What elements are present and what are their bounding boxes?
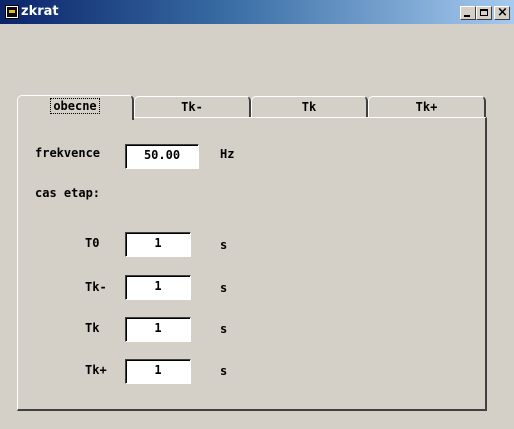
tab-label: obecne [50, 98, 100, 114]
minimize-button[interactable] [460, 6, 476, 20]
close-button[interactable]: × [494, 5, 510, 20]
frequency-unit: Hz [220, 147, 235, 161]
maximize-icon [480, 9, 488, 16]
tab-label: Tk [301, 100, 317, 114]
stages-label: cas etap: [35, 186, 101, 200]
tab-tk[interactable]: Tk [251, 96, 368, 118]
stage-unit-tk: s [220, 322, 228, 336]
stage-label-tk-plus: Tk+ [85, 363, 107, 377]
stage-input-tk-plus[interactable]: 1 [125, 359, 191, 384]
app-icon[interactable] [5, 5, 19, 19]
tab-obecne[interactable]: obecne [17, 95, 134, 120]
stage-label-tk: Tk [85, 321, 100, 335]
maximize-button[interactable] [476, 6, 492, 20]
close-icon: × [497, 5, 508, 20]
frequency-input[interactable]: 50.00 [125, 144, 199, 169]
tab-label: Tk- [181, 100, 203, 114]
tab-label: Tk+ [415, 100, 438, 114]
stage-unit-tk-plus: s [220, 364, 228, 378]
tab-tk-plus[interactable]: Tk+ [368, 96, 486, 118]
stage-unit-tk-minus: s [220, 281, 228, 295]
title-bar[interactable]: zkrat × [0, 0, 514, 24]
stage-label-t0: T0 [85, 236, 100, 250]
stage-input-tk[interactable]: 1 [125, 317, 191, 342]
stage-unit-t0: s [220, 238, 228, 252]
stage-input-t0[interactable]: 1 [125, 232, 191, 257]
window-title: zkrat [21, 4, 59, 19]
stage-input-tk-minus[interactable]: 1 [125, 275, 191, 300]
tab-tk-minus[interactable]: Tk- [134, 96, 251, 118]
frequency-label: frekvence [35, 146, 101, 160]
minimize-icon [464, 15, 470, 17]
stage-label-tk-minus: Tk- [85, 280, 107, 294]
